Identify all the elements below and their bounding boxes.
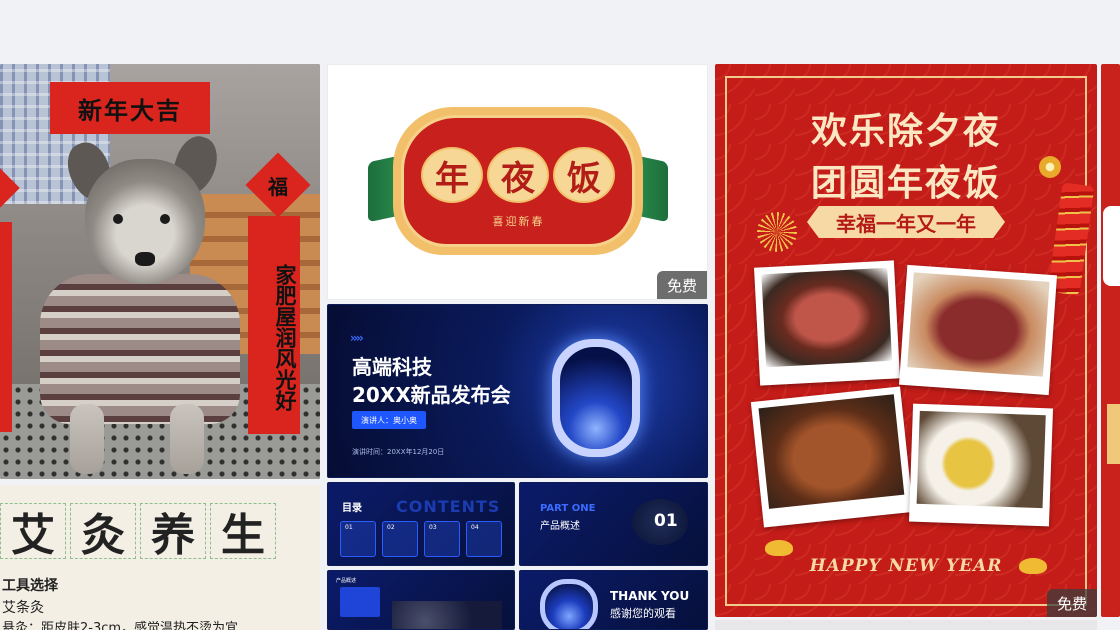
poster-title-line1: 欢乐除夕夜 [810,110,1001,152]
earth-view [560,347,632,449]
partial-decor [1107,404,1120,464]
part-name: 产品概述 [540,521,580,532]
tech-title-line1: 高端科技 [352,355,432,379]
overview-title: 产品概述 [336,578,357,584]
contents-item-num: 02 [387,524,395,531]
speech-date: 演讲时间：20XX年12月20日 [352,448,445,456]
moxa-item: 艾条灸 [2,600,44,616]
template-card-nianyefan[interactable]: 年 夜 饭 喜迎新春 免费 [327,64,708,300]
contents-word: CONTENTS [396,497,501,516]
moxa-title-char: 生 [210,503,276,561]
template-card-ppt-thankyou[interactable]: THANK YOU 感谢您的观看 [519,570,708,630]
part-number: 01 [654,511,678,531]
side-text-decor [652,355,682,435]
food-photo-roast-duck [750,386,914,528]
tech-title-line2: 20XX新品发布会 [352,383,511,407]
gold-coin-icon [1039,156,1061,178]
template-card-ppt-contents[interactable]: 目录 CONTENTS 01 02 03 04 [327,482,515,566]
partial-decor [1103,206,1120,286]
template-card-ppt-overview[interactable]: 产品概述 [327,570,515,630]
nyf-title-char: 年 [421,147,483,203]
dog-leg-right [170,404,204,474]
template-card-dog-newyear[interactable]: 新年大吉 福 家肥屋润风光好 [0,64,320,479]
moxa-title: 艾 灸 养 生 [0,503,276,561]
dog-eye-right [160,214,170,224]
contents-item-num: 04 [471,524,479,531]
thankyou-en: THANK YOU [610,589,690,603]
contents-item: 03 [424,521,460,557]
free-badge: 免费 [656,271,707,299]
nyf-title-char: 夜 [487,147,549,203]
dog-eye-left [113,214,123,224]
moxa-item-detail: 悬灸：距皮肤2-3cm，感觉温热不烫为宜 [2,621,239,630]
porthole-frame [540,579,598,629]
moxa-title-char: 艾 [0,503,66,561]
contents-item-num: 03 [429,524,437,531]
food-photo-soup [908,403,1054,527]
thankyou-cn: 感谢您的观看 [610,607,676,620]
dog-striped-shirt [40,274,240,424]
template-card-partial-right[interactable] [1101,64,1120,617]
chevron-arrows-icon: ›››› [350,331,364,345]
template-card-new-year-eve-poster[interactable]: 欢乐除夕夜 团圆年夜饭 幸福一年又一年 HAPPY NEW YEAR 免费 [715,64,1097,617]
sign-couplet: 家肥屋润风光好 [248,216,300,434]
contents-item: 04 [466,521,502,557]
sign-fu-text: 福 [268,174,288,199]
moxa-title-char: 养 [140,503,206,561]
poster-footer: HAPPY NEW YEAR [809,556,1003,576]
contents-item-num: 01 [345,524,353,531]
nyf-title: 年 夜 饭 [408,147,628,203]
nyf-subtitle: 喜迎新春 [492,215,545,228]
contents-title: 目录 [342,503,362,514]
food-photo-cured-meat [898,264,1058,396]
poster-ribbon: 幸福一年又一年 [807,206,1005,238]
top-bar [0,0,1120,64]
template-card-ppt-part-one[interactable]: PART ONE 产品概述 01 [519,482,708,566]
next-row-card-edge [715,620,1097,630]
firework-icon [757,212,797,252]
dog-leg-left [70,404,104,474]
speaker-pill: 演讲人：奥小奥 [352,411,426,429]
dog-nose [135,252,155,266]
moxa-title-char: 灸 [70,503,136,561]
contents-item: 02 [382,521,418,557]
free-badge: 免费 [1046,589,1097,617]
part-label: PART ONE [540,503,596,514]
sign-newyear: 新年大吉 [50,82,210,134]
sign-left-strip [0,222,12,432]
template-card-tech-launch[interactable]: ›››› 高端科技 20XX新品发布会 演讲人：奥小奥 演讲时间：20XX年12… [327,304,708,478]
nyf-title-char: 饭 [553,147,615,203]
template-card-moxibustion[interactable]: 艾 灸 养 生 工具选择 艾条灸 悬灸：距皮肤2-3cm，感觉温热不烫为宜 [0,485,320,630]
moxa-heading: 工具选择 [2,578,58,594]
overview-image [392,601,502,629]
gold-ingot-icon [765,540,793,556]
contents-item: 01 [340,521,376,557]
food-photo-roast-beef [754,260,900,386]
overview-blue-box [340,587,380,617]
